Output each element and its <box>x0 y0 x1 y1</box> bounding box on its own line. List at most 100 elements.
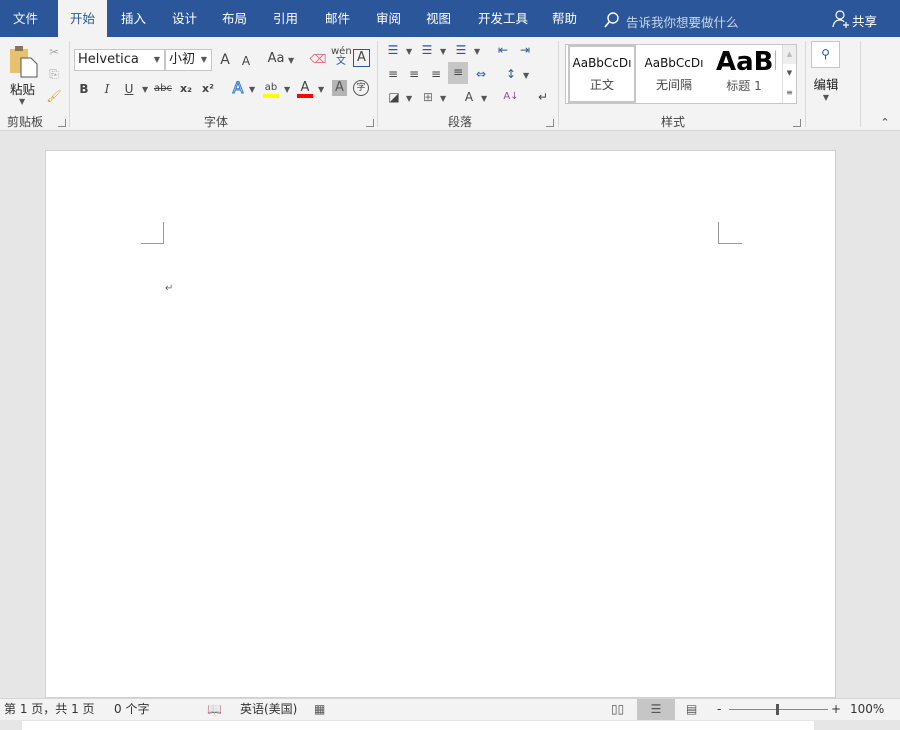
tab-layout[interactable]: 布局 <box>210 0 259 37</box>
chevron-down-icon: ▼ <box>200 55 207 64</box>
styles-launcher-icon[interactable] <box>793 119 801 127</box>
font-launcher-icon[interactable] <box>366 119 374 127</box>
tab-home[interactable]: 开始 <box>58 0 108 37</box>
styles-gallery: AaBbCcDı 正文 AaBbCcDı 无间隔 AaBl 标题 1 ▲ ▼ ≡ <box>565 44 797 104</box>
proofing-icon[interactable]: 📖 <box>207 699 222 720</box>
style-name: 无间隔 <box>655 78 692 92</box>
cut-icon[interactable]: ✂ <box>45 42 63 62</box>
chevron-down-icon: ▼ <box>142 85 149 94</box>
bold-button[interactable]: B <box>77 79 91 99</box>
underline-button[interactable]: U <box>122 79 136 99</box>
highlight-icon[interactable]: ab <box>263 78 279 98</box>
paragraph-mark-icon: ↵ <box>165 283 174 294</box>
ribbon-tab-bar: 文件 开始 插入 设计 布局 引用 邮件 审阅 视图 开发工具 帮助 告诉我你想… <box>0 0 900 37</box>
read-mode-icon[interactable]: ▯▯ <box>611 699 624 720</box>
collapse-ribbon-icon[interactable]: ⌃ <box>878 113 892 133</box>
phonetic-guide-button[interactable]: wén 文 <box>331 47 352 67</box>
chevron-down-icon: ▼ <box>153 55 160 64</box>
chevron-down-icon: ▼ <box>523 71 530 80</box>
decrease-indent-icon[interactable]: ⇤ <box>494 40 512 60</box>
sort-icon[interactable]: A↓ <box>503 87 519 107</box>
multilevel-list-icon[interactable]: ☰ <box>453 40 469 60</box>
divider <box>558 41 559 127</box>
macro-icon[interactable]: ▦ <box>314 699 325 720</box>
styles-group-label: 样式 <box>661 115 686 129</box>
borders-icon[interactable]: ⊞ <box>419 87 437 107</box>
format-painter-icon[interactable]: 🖌 <box>45 86 63 106</box>
enclose-characters-button[interactable]: 字 <box>353 80 369 96</box>
superscript-button[interactable]: x² <box>199 79 217 99</box>
font-color-icon[interactable]: A <box>297 78 313 98</box>
ribbon: 粘贴 ▼ ✂ ⎘ 🖌 剪贴板 Helvetica ▼ 小初 ▼ A A Aa ▼ ⌫… <box>0 37 900 131</box>
clipboard-group-label: 剪贴板 <box>7 115 44 129</box>
align-center-icon[interactable]: ≡ <box>406 64 422 84</box>
shrink-font-button[interactable]: A <box>238 51 254 71</box>
character-shading-icon[interactable]: A <box>332 80 347 96</box>
zoom-in-button[interactable]: + <box>831 699 841 720</box>
chevron-down-icon: ▼ <box>822 93 830 102</box>
distributed-icon[interactable]: ⇔ <box>472 64 490 84</box>
divider <box>860 41 861 127</box>
shading-icon[interactable]: ◪ <box>385 87 403 107</box>
subscript-button[interactable]: x₂ <box>177 79 195 99</box>
word-count[interactable]: 0 个字 <box>114 699 149 720</box>
style-preview: AaBbCcDı <box>572 56 632 70</box>
numbering-icon[interactable]: ☰ <box>419 40 435 60</box>
scroll-up-icon[interactable]: ▲ <box>783 45 796 64</box>
grow-font-button[interactable]: A <box>216 50 234 70</box>
tab-mailings[interactable]: 邮件 <box>313 0 362 37</box>
language[interactable]: 英语(美国) <box>240 699 297 720</box>
paste-button[interactable]: 粘贴 ▼ <box>6 42 40 106</box>
clipboard-launcher-icon[interactable] <box>58 119 66 127</box>
tab-design[interactable]: 设计 <box>160 0 209 37</box>
strikethrough-button[interactable]: abc <box>153 79 173 99</box>
bullets-icon[interactable]: ☰ <box>385 40 401 60</box>
tab-developer[interactable]: 开发工具 <box>466 0 540 37</box>
font-name-combo[interactable]: Helvetica ▼ <box>74 49 165 71</box>
page-count[interactable]: 第 1 页，共 1 页 <box>4 699 95 720</box>
tab-view[interactable]: 视图 <box>414 0 463 37</box>
character-border-button[interactable]: A <box>353 49 370 67</box>
font-name-value: Helvetica <box>78 52 139 67</box>
align-right-icon[interactable]: ≡ <box>428 64 444 84</box>
tab-references[interactable]: 引用 <box>261 0 310 37</box>
tab-file[interactable]: 文件 <box>1 0 50 37</box>
tab-help[interactable]: 帮助 <box>540 0 589 37</box>
divider <box>69 41 70 127</box>
text-effects-icon[interactable]: A <box>229 78 247 98</box>
tab-insert[interactable]: 插入 <box>109 0 158 37</box>
search-icon <box>604 12 619 28</box>
increase-indent-icon[interactable]: ⇥ <box>516 40 534 60</box>
gallery-scrollbar[interactable]: ▲ ▼ ≡ <box>782 45 796 103</box>
font-size-combo[interactable]: 小初 ▼ <box>165 49 212 71</box>
zoom-out-button[interactable]: - <box>717 699 721 720</box>
chevron-down-icon: ▼ <box>406 47 413 56</box>
clear-formatting-icon[interactable]: ⌫ <box>309 49 327 69</box>
print-layout-icon[interactable]: ☰ <box>637 699 675 720</box>
show-marks-icon[interactable]: ↵ <box>535 87 551 107</box>
document-page[interactable]: ↵ <box>45 150 836 698</box>
scroll-down-icon[interactable]: ▼ <box>783 64 796 83</box>
search-placeholder: 告诉我你想要做什么 <box>626 15 739 30</box>
style-normal[interactable]: AaBbCcDı 正文 <box>568 45 636 103</box>
change-case-button[interactable]: Aa <box>266 49 286 69</box>
zoom-level[interactable]: 100% <box>850 699 884 720</box>
divider <box>377 41 378 127</box>
clipboard-icon <box>10 46 38 78</box>
italic-button[interactable]: I <box>100 79 114 99</box>
web-layout-icon[interactable]: ▤ <box>686 699 697 720</box>
align-left-icon[interactable]: ≡ <box>385 64 401 84</box>
tab-review[interactable]: 审阅 <box>364 0 413 37</box>
editing-button[interactable]: ⚲ 编辑 ▼ <box>811 41 841 103</box>
zoom-slider-thumb[interactable] <box>776 704 779 715</box>
style-preview: AaBbCcDı <box>644 56 704 70</box>
style-no-spacing[interactable]: AaBbCcDı 无间隔 <box>638 45 710 103</box>
justify-icon[interactable]: ≡ <box>448 62 468 84</box>
asian-layout-icon[interactable]: A <box>460 87 478 107</box>
paragraph-launcher-icon[interactable] <box>546 119 554 127</box>
zoom-slider[interactable] <box>729 704 828 715</box>
line-spacing-icon[interactable]: ↕ <box>503 64 519 84</box>
style-heading-1[interactable]: AaBl 标题 1 <box>712 45 776 103</box>
copy-icon[interactable]: ⎘ <box>45 64 63 84</box>
gallery-more-icon[interactable]: ≡ <box>783 83 796 102</box>
